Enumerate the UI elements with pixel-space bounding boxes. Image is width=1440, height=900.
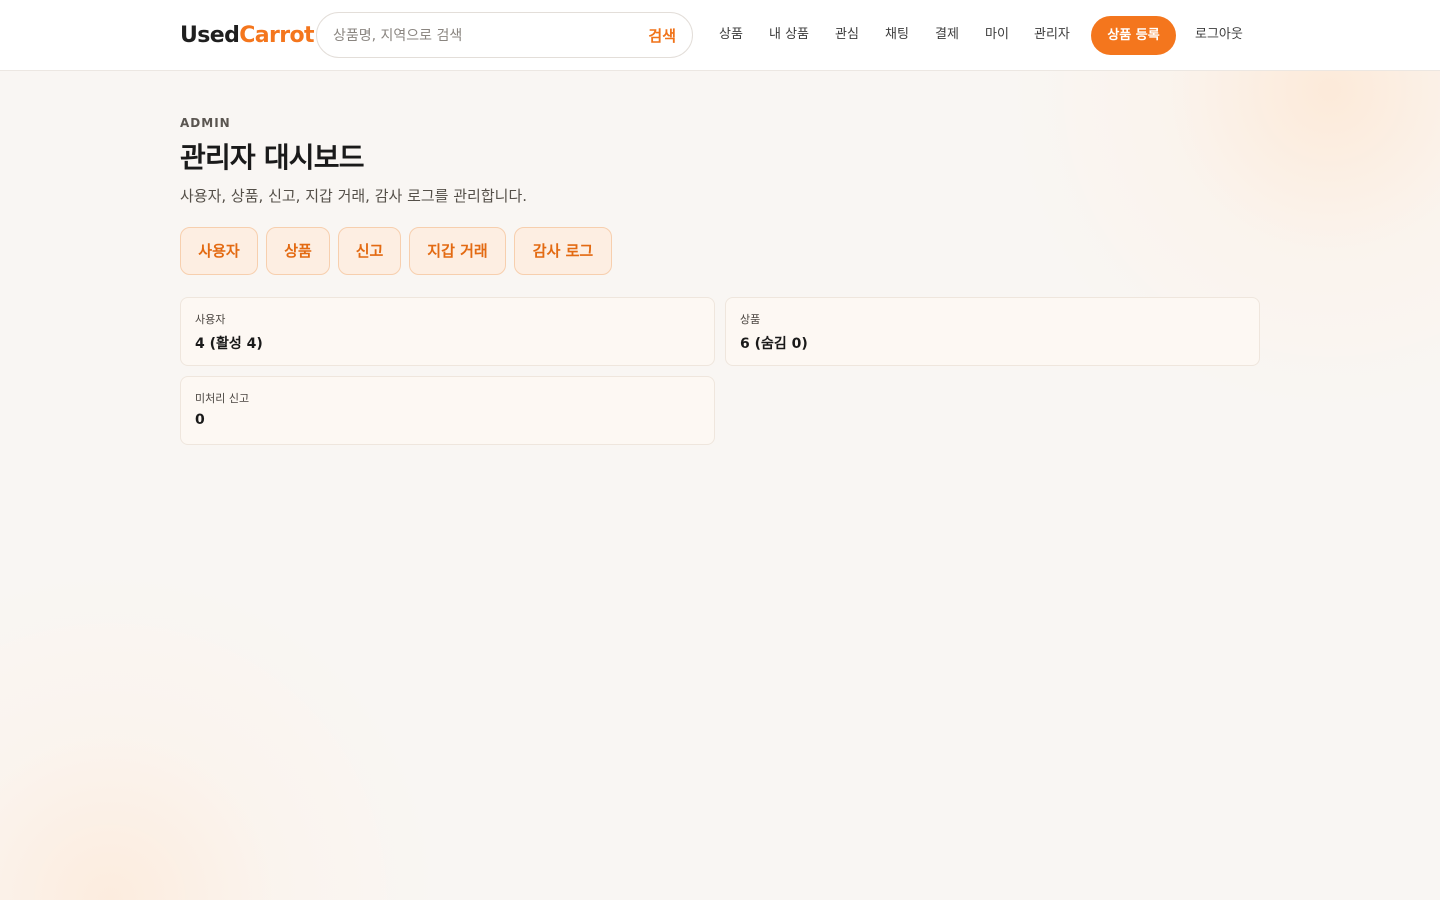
stat-label: 상품 — [740, 313, 761, 326]
stat-card-products: 상품 6 (숨김 0) — [725, 297, 1260, 366]
nav-item-products[interactable]: 상품 — [719, 25, 743, 45]
nav-item-payment[interactable]: 결제 — [935, 25, 959, 45]
logo-text-used: Used — [180, 23, 240, 48]
section-eyebrow: ADMIN — [180, 116, 231, 130]
page-title: 관리자 대시보드 — [180, 141, 364, 174]
stat-value: 4 (활성 4) — [195, 336, 263, 352]
logout-link[interactable]: 로그아웃 — [1195, 25, 1243, 45]
tab-reports[interactable]: 신고 — [338, 227, 401, 275]
top-header: UsedCarrot 검색 상품 내 상품 관심 채팅 결제 마이 관리자 상품… — [0, 0, 1440, 71]
tab-audit-logs[interactable]: 감사 로그 — [514, 227, 612, 275]
nav-item-favorites[interactable]: 관심 — [835, 25, 859, 45]
page-subtitle: 사용자, 상품, 신고, 지갑 거래, 감사 로그를 관리합니다. — [180, 187, 528, 205]
nav-item-chat[interactable]: 채팅 — [885, 25, 909, 45]
logo-text-carrot: Carrot — [239, 23, 314, 48]
register-product-button[interactable]: 상품 등록 — [1091, 16, 1176, 55]
tab-users[interactable]: 사용자 — [180, 227, 258, 275]
stat-card-users: 사용자 4 (활성 4) — [180, 297, 715, 366]
search-bar: 검색 — [316, 12, 693, 58]
search-input[interactable] — [333, 24, 623, 48]
nav-item-admin[interactable]: 관리자 — [1034, 25, 1070, 45]
stat-label: 미처리 신고 — [195, 392, 250, 405]
stat-label: 사용자 — [195, 313, 226, 326]
stat-value: 0 — [195, 412, 205, 428]
tab-wallet-transactions[interactable]: 지갑 거래 — [409, 227, 506, 275]
nav-item-my[interactable]: 마이 — [985, 25, 1009, 45]
search-button[interactable]: 검색 — [648, 25, 676, 47]
stat-value: 6 (숨김 0) — [740, 336, 808, 352]
logo[interactable]: UsedCarrot — [180, 21, 315, 51]
nav-item-my-products[interactable]: 내 상품 — [769, 25, 809, 45]
stat-card-pending-reports: 미처리 신고 0 — [180, 376, 715, 445]
tab-products[interactable]: 상품 — [266, 227, 330, 275]
